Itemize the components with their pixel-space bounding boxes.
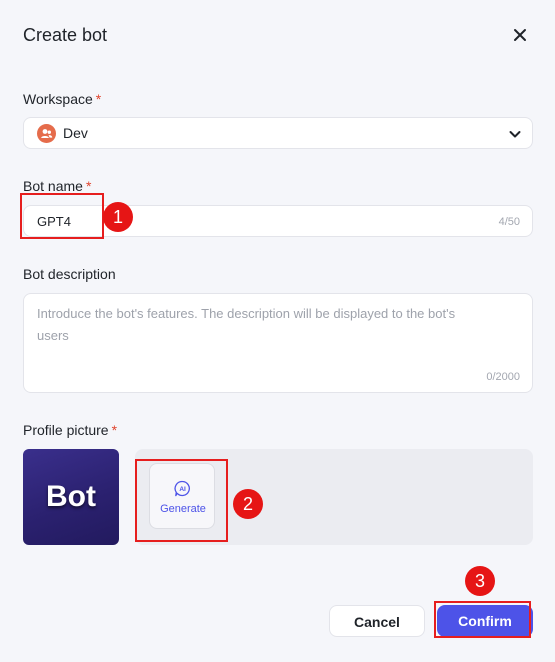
workspace-select[interactable]: Dev: [23, 117, 533, 149]
required-mark: *: [111, 422, 118, 438]
bot-description-placeholder: Introduce the bot's features. The descri…: [37, 306, 456, 343]
step-badge-2: 2: [233, 489, 263, 519]
workspace-label: Workspace *: [23, 91, 102, 107]
confirm-button[interactable]: Confirm: [437, 605, 533, 637]
bot-description-counter: 0/2000: [486, 371, 520, 383]
required-mark: *: [85, 178, 92, 194]
bot-avatar-text: Bot: [46, 480, 96, 513]
bot-name-label: Bot name *: [23, 178, 92, 194]
svg-text:AI: AI: [179, 486, 186, 493]
bot-name-value: GPT4: [37, 214, 71, 229]
step-badge-3: 3: [465, 566, 495, 596]
users-icon: [37, 124, 56, 143]
bot-description-label: Bot description: [23, 266, 116, 282]
workspace-selected-value: Dev: [63, 125, 88, 141]
ai-chat-icon: AI: [174, 480, 190, 497]
generate-label: Generate: [160, 503, 206, 515]
bot-avatar-image[interactable]: Bot: [23, 449, 119, 545]
bot-name-counter: 4/50: [498, 216, 520, 228]
step-badge-1: 1: [103, 202, 133, 232]
dialog-title: Create bot: [23, 25, 108, 45]
cancel-button[interactable]: Cancel: [329, 605, 425, 637]
bot-description-textarea[interactable]: Introduce the bot's features. The descri…: [23, 293, 533, 393]
close-icon[interactable]: [511, 26, 529, 44]
create-bot-dialog: Create bot Workspace * Dev Bot name * GPT4…: [0, 0, 555, 662]
bot-name-input[interactable]: GPT4 4/50: [23, 205, 533, 237]
generate-avatar-button[interactable]: AI Generate: [149, 463, 215, 529]
profile-picture-label: Profile picture *: [23, 422, 118, 438]
required-mark: *: [95, 91, 102, 107]
chevron-down-icon: [509, 131, 521, 138]
